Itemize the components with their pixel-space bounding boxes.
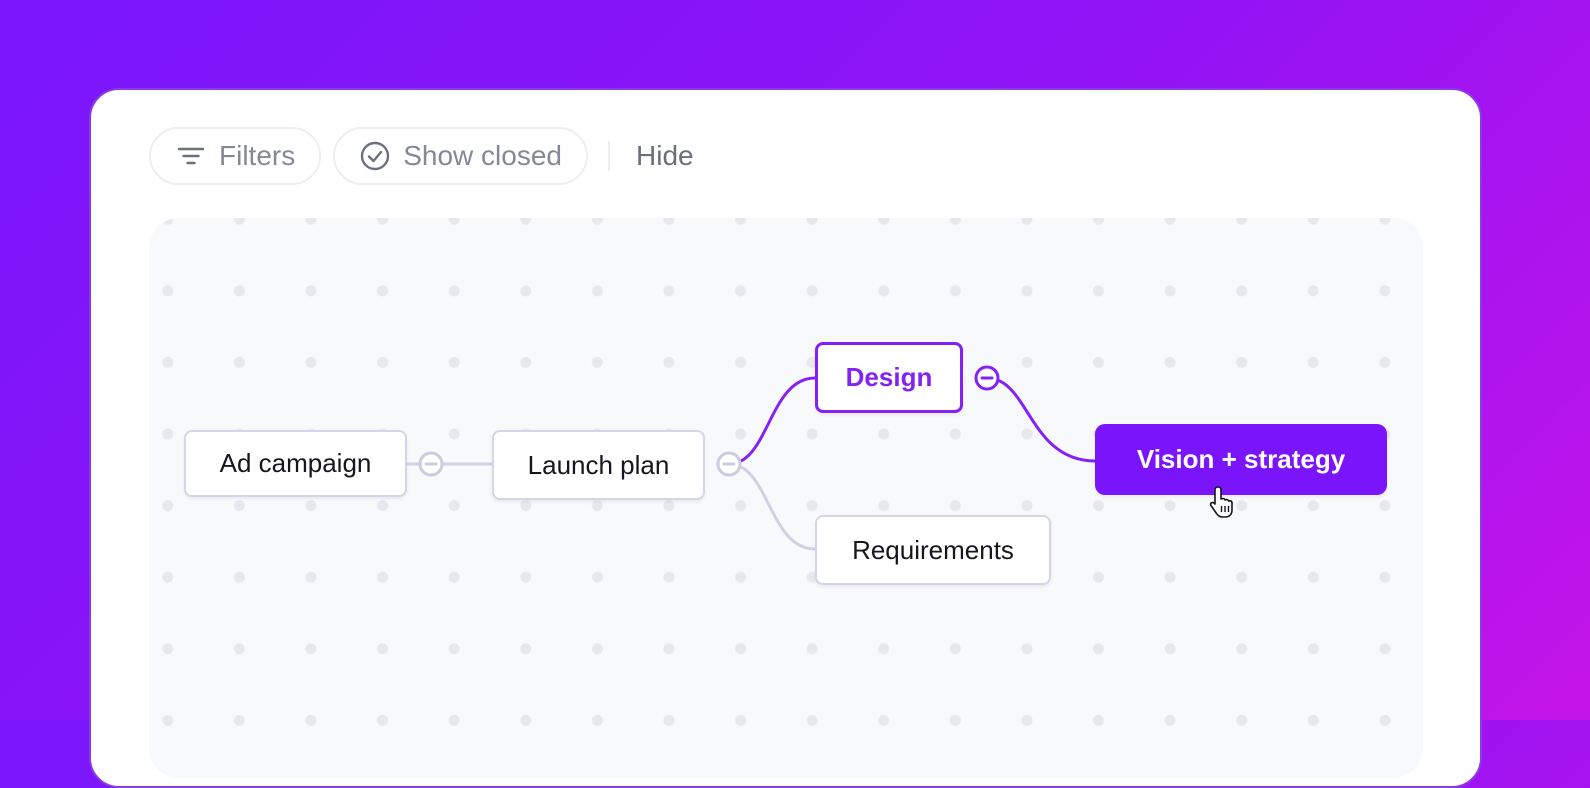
filters-label: Filters — [219, 140, 296, 171]
node-label: Requirements — [852, 534, 1014, 565]
node-label: Launch plan — [527, 449, 670, 480]
collapse-icon[interactable] — [418, 451, 444, 477]
node-label: Vision + strategy — [1136, 444, 1346, 474]
filter-icon — [175, 140, 207, 172]
pointer-cursor-icon — [1209, 486, 1233, 518]
node-requirements[interactable]: Requirements — [815, 515, 1051, 585]
app-window: Filters Show closed Hide Ad campaign Lau… — [89, 88, 1482, 788]
link-design-vision — [986, 376, 1096, 463]
link-launch-plan-requirements — [728, 462, 816, 551]
link-launch-plan-design — [728, 376, 816, 466]
node-label: Design — [845, 362, 933, 392]
node-label: Ad campaign — [219, 448, 372, 478]
collapse-icon[interactable] — [974, 365, 1000, 391]
node-design[interactable]: Design — [815, 342, 963, 413]
filters-button[interactable]: Filters — [149, 127, 322, 185]
node-ad-campaign[interactable]: Ad campaign — [184, 430, 407, 497]
hide-button[interactable]: Hide — [636, 140, 694, 172]
show-closed-button[interactable]: Show closed — [333, 127, 588, 185]
node-launch-plan[interactable]: Launch plan — [492, 430, 705, 500]
mind-map-canvas[interactable]: Ad campaign Launch plan Design Requireme… — [149, 218, 1423, 778]
show-closed-label: Show closed — [403, 140, 562, 171]
toolbar-divider — [608, 141, 610, 171]
toolbar: Filters Show closed Hide — [149, 126, 694, 186]
collapse-icon[interactable] — [716, 451, 742, 477]
check-circle-icon — [359, 140, 391, 172]
